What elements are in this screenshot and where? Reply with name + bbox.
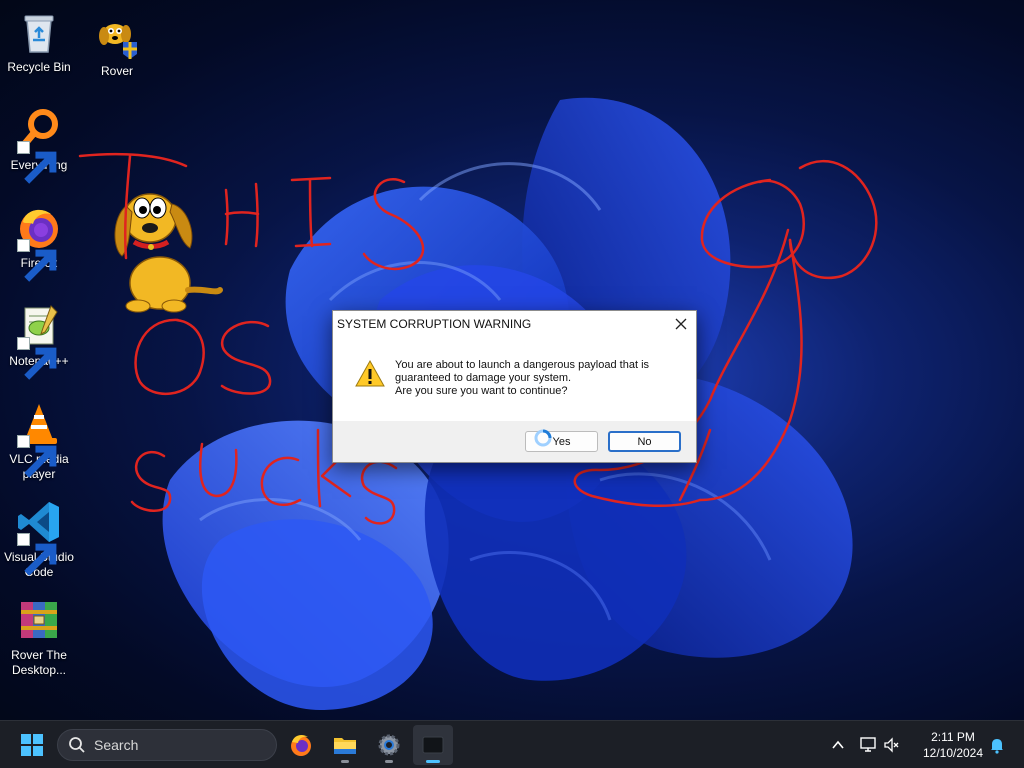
taskbar-active-window[interactable]	[413, 725, 453, 765]
show-hidden-icons-button[interactable]	[826, 721, 850, 768]
chevron-up-icon	[832, 740, 844, 749]
desktop-icon-label: Rover	[100, 64, 133, 78]
dialog-message-line: You are about to launch a dangerous payl…	[395, 359, 650, 371]
active-indicator	[426, 760, 440, 763]
file-explorer-icon	[334, 738, 356, 754]
shortcut-arrow-icon	[17, 337, 57, 380]
vscode-icon	[15, 498, 63, 576]
start-icon	[21, 734, 43, 756]
settings-icon	[378, 734, 400, 756]
warning-icon	[355, 359, 385, 387]
clock-time: 2:11 PM	[931, 730, 975, 744]
taskbar-settings[interactable]	[369, 725, 409, 765]
clock-date: 12/10/2024	[922, 746, 984, 760]
taskbar-search[interactable]: Search	[57, 729, 277, 761]
desktop-icon-recycle-bin[interactable]: Recycle Bin	[0, 8, 78, 75]
shortcut-arrow-icon	[17, 141, 57, 184]
desktop-icon-firefox[interactable]: Firefox	[0, 204, 78, 282]
winrar-archive-icon	[15, 596, 63, 644]
busy-cursor-icon	[534, 429, 552, 447]
dialog-button-bar: Yes No	[333, 421, 696, 462]
network-volume-tray[interactable]	[856, 721, 904, 768]
dialog-title: SYSTEM CORRUPTION WARNING	[337, 317, 532, 331]
firefox-icon	[291, 734, 311, 756]
search-icon	[69, 737, 85, 753]
desktop-icon-label: Rover The Desktop...	[11, 648, 67, 677]
dialog-message-line: Are you sure you want to continue?	[395, 385, 568, 397]
desktop-icon-rover-archive[interactable]: Rover The Desktop...	[0, 596, 78, 678]
notepad-plus-plus-icon	[15, 302, 63, 380]
taskbar-clock[interactable]: 2:11 PM 12/10/2024	[913, 729, 993, 761]
rover-dog-sprite[interactable]	[108, 178, 224, 314]
shortcut-arrow-icon	[17, 435, 57, 478]
dialog-message: You are about to launch a dangerous payl…	[395, 359, 649, 421]
terminal-icon	[422, 736, 444, 754]
dialog-body: You are about to launch a dangerous payl…	[333, 337, 696, 421]
vlc-icon	[15, 400, 63, 478]
desktop-icon-label: Recycle Bin	[7, 60, 71, 74]
no-button[interactable]: No	[608, 431, 681, 452]
notifications-button[interactable]	[986, 721, 1008, 768]
shortcut-arrow-icon	[17, 533, 57, 576]
warning-dialog: SYSTEM CORRUPTION WARNING You are about …	[332, 310, 697, 463]
notification-bell-icon	[991, 739, 1003, 754]
volume-muted-icon	[884, 737, 899, 753]
desktop-icon-rover[interactable]: Rover	[78, 12, 156, 79]
rover-dog-icon	[93, 12, 141, 60]
taskbar-file-explorer[interactable]	[325, 725, 365, 765]
recycle-bin-icon	[15, 8, 63, 56]
close-button[interactable]	[666, 311, 696, 337]
taskbar-firefox[interactable]	[281, 725, 321, 765]
close-icon	[675, 318, 687, 330]
desktop-icon-vlc[interactable]: VLC media player	[0, 400, 78, 482]
everything-search-icon	[15, 106, 63, 184]
firefox-icon	[15, 204, 63, 282]
shortcut-arrow-icon	[17, 239, 57, 282]
dialog-title-bar[interactable]: SYSTEM CORRUPTION WARNING	[333, 311, 696, 337]
start-button[interactable]	[12, 725, 52, 765]
taskbar: Search 2:11 PM 12/10/2024	[0, 720, 1024, 768]
desktop-icon-vscode[interactable]: Visual Studio Code	[0, 498, 78, 580]
desktop-icon-notepad-plus-plus[interactable]: Notepad++	[0, 302, 78, 380]
network-icon	[860, 737, 876, 752]
running-indicator	[341, 760, 349, 763]
search-label: Search	[94, 737, 139, 753]
desktop-icon-everything[interactable]: Everything	[0, 106, 78, 184]
dialog-message-line: guaranteed to damage your system.	[395, 372, 572, 384]
running-indicator	[385, 760, 393, 763]
